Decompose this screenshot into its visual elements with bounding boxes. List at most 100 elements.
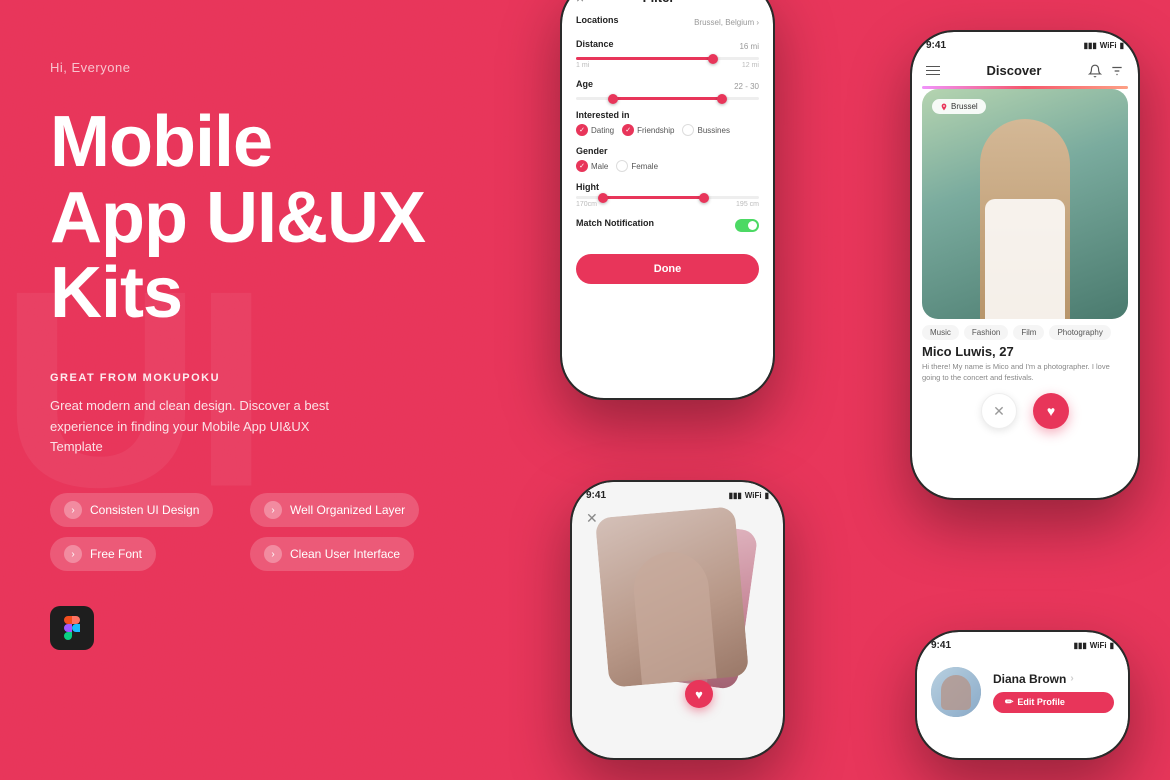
- slider-thumb-age-min[interactable]: [608, 94, 618, 104]
- feature-label-3: Free Font: [90, 547, 142, 561]
- arrow-icon-1: ›: [64, 501, 82, 519]
- filter-close-icon[interactable]: ×: [576, 0, 584, 5]
- label-dating: Dating: [591, 126, 614, 135]
- tag-film: Film: [1013, 325, 1044, 340]
- distance-slider[interactable]: [576, 57, 759, 60]
- status-icons-photos: ▮▮▮ WiFi ▮: [729, 491, 769, 500]
- filter-label-interested: Interested in: [576, 110, 759, 120]
- filter-body: Locations Brussel, Belgium › Distance 16…: [562, 11, 773, 246]
- check-dating: ✓: [576, 124, 588, 136]
- option-dating[interactable]: ✓ Dating: [576, 124, 614, 136]
- done-button[interactable]: Done: [576, 254, 759, 284]
- filter-label-age: Age: [576, 79, 593, 89]
- photos-time: 9:41: [586, 490, 606, 501]
- edit-profile-button[interactable]: ✏ Edit Profile: [993, 692, 1114, 713]
- filter-value-locations: Brussel, Belgium ›: [694, 18, 759, 27]
- phones-area: × Filter Reset Locations Brussel, Belgiu…: [470, 0, 1170, 780]
- feature-badge-4: › Clean User Interface: [250, 537, 414, 571]
- phone-filter: × Filter Reset Locations Brussel, Belgiu…: [560, 0, 775, 400]
- bell-icon[interactable]: [1088, 64, 1102, 78]
- signal-icon-profile: ▮▮▮: [1074, 641, 1087, 650]
- battery-icon: ▮: [1120, 41, 1124, 50]
- option-business[interactable]: Bussines: [682, 124, 729, 136]
- card-bg: [922, 89, 1128, 319]
- feature-label-1: Consisten UI Design: [90, 503, 199, 517]
- arrow-icon-4: ›: [264, 545, 282, 563]
- like-button[interactable]: ♥: [1033, 393, 1069, 429]
- filter-row-locations: Locations Brussel, Belgium ›: [576, 15, 759, 29]
- slider-thumb-height-max[interactable]: [699, 193, 709, 203]
- photo-front: [595, 506, 749, 688]
- header-actions: [1088, 64, 1124, 78]
- age-slider[interactable]: [576, 97, 759, 100]
- phone-photos: 9:41 ▮▮▮ WiFi ▮ ✕: [570, 480, 785, 760]
- dislike-button[interactable]: ✕: [981, 393, 1017, 429]
- wifi-icon-photos: WiFi: [745, 491, 762, 500]
- figma-icon: [60, 616, 84, 640]
- option-friendship[interactable]: ✓ Friendship: [622, 124, 674, 136]
- features-grid: › Consisten UI Design › Well Organized L…: [50, 493, 440, 571]
- slider-labels-distance: 1 mi 12 mi: [576, 62, 759, 69]
- slider-thumb-height-min[interactable]: [598, 193, 608, 203]
- person-name: Mico Luwis, 27: [912, 344, 1138, 362]
- person-bio: Hi there! My name is Mico and I'm a phot…: [912, 362, 1138, 383]
- gender-options: ✓ Male Female: [576, 160, 759, 172]
- shirt: [985, 199, 1065, 319]
- check-friendship: ✓: [622, 124, 634, 136]
- label-male: Male: [591, 162, 608, 171]
- height-slider[interactable]: [576, 196, 759, 199]
- signal-icon-photos: ▮▮▮: [729, 491, 742, 500]
- photo-stack: ♥: [592, 502, 763, 738]
- profile-card-image: Brussel: [922, 89, 1128, 319]
- status-icons-profile: ▮▮▮ WiFi ▮: [1074, 641, 1114, 650]
- filter-icon[interactable]: [1110, 64, 1124, 78]
- discover-time: 9:41: [926, 40, 946, 51]
- option-female[interactable]: Female: [616, 160, 658, 172]
- height-max: 195 cm: [736, 201, 759, 208]
- filter-row-age: Age 22 - 30: [576, 79, 759, 100]
- filter-value-distance: 16 mi: [739, 42, 759, 51]
- feature-label-4: Clean User Interface: [290, 547, 400, 561]
- profile-info: Diana Brown › ✏ Edit Profile: [993, 672, 1114, 713]
- photo-front-bg: [595, 506, 749, 688]
- photos-screen: 9:41 ▮▮▮ WiFi ▮ ✕: [572, 482, 783, 758]
- profile-avatar: [931, 667, 981, 717]
- profile-time: 9:41: [931, 640, 951, 651]
- phone-discover: 9:41 ▮▮▮ WiFi ▮ Discover: [910, 30, 1140, 500]
- filter-row-interested: Interested in ✓ Dating ✓ Friendship Bus: [576, 110, 759, 136]
- heart-badge: ♥: [685, 680, 713, 708]
- slider-fill-distance: [576, 57, 713, 60]
- slider-thumb-distance[interactable]: [708, 54, 718, 64]
- avatar-bg: [931, 667, 981, 717]
- greeting-text: Hi, Everyone: [50, 60, 440, 75]
- match-notification-toggle[interactable]: [735, 219, 759, 232]
- check-business: [682, 124, 694, 136]
- discover-title: Discover: [987, 63, 1042, 78]
- profile-arrow: ›: [1070, 673, 1073, 684]
- filter-title: Filter: [643, 0, 675, 5]
- filter-reset-button[interactable]: Reset: [733, 0, 759, 3]
- location-text: Brussel: [951, 102, 978, 111]
- title-line2: App UI&UX: [50, 178, 425, 258]
- height-min: 170cm: [576, 201, 597, 208]
- battery-icon-photos: ▮: [765, 491, 769, 500]
- interested-options: ✓ Dating ✓ Friendship Bussines: [576, 124, 759, 136]
- edit-icon: ✏: [1005, 697, 1013, 708]
- slider-thumb-age-max[interactable]: [717, 94, 727, 104]
- option-male[interactable]: ✓ Male: [576, 160, 608, 172]
- person-silhouette-front: [631, 549, 717, 685]
- slider-fill-height: [603, 196, 704, 199]
- figma-badge[interactable]: [50, 606, 94, 650]
- filter-label-locations: Locations: [576, 15, 619, 25]
- phone-profile: 9:41 ▮▮▮ WiFi ▮ Diana Brown ›: [915, 630, 1130, 760]
- battery-icon-profile: ▮: [1110, 641, 1114, 650]
- hamburger-icon[interactable]: [926, 66, 940, 76]
- wifi-icon-profile: WiFi: [1090, 641, 1107, 650]
- feature-badge-2: › Well Organized Layer: [250, 493, 419, 527]
- label-business: Bussines: [697, 126, 729, 135]
- signal-icon: ▮▮▮: [1084, 41, 1097, 50]
- title-line3: Kits: [50, 253, 182, 333]
- main-title: Mobile App UI&UX Kits: [50, 105, 440, 332]
- filter-row-notification: Match Notification: [576, 218, 759, 232]
- feature-badge-1: › Consisten UI Design: [50, 493, 213, 527]
